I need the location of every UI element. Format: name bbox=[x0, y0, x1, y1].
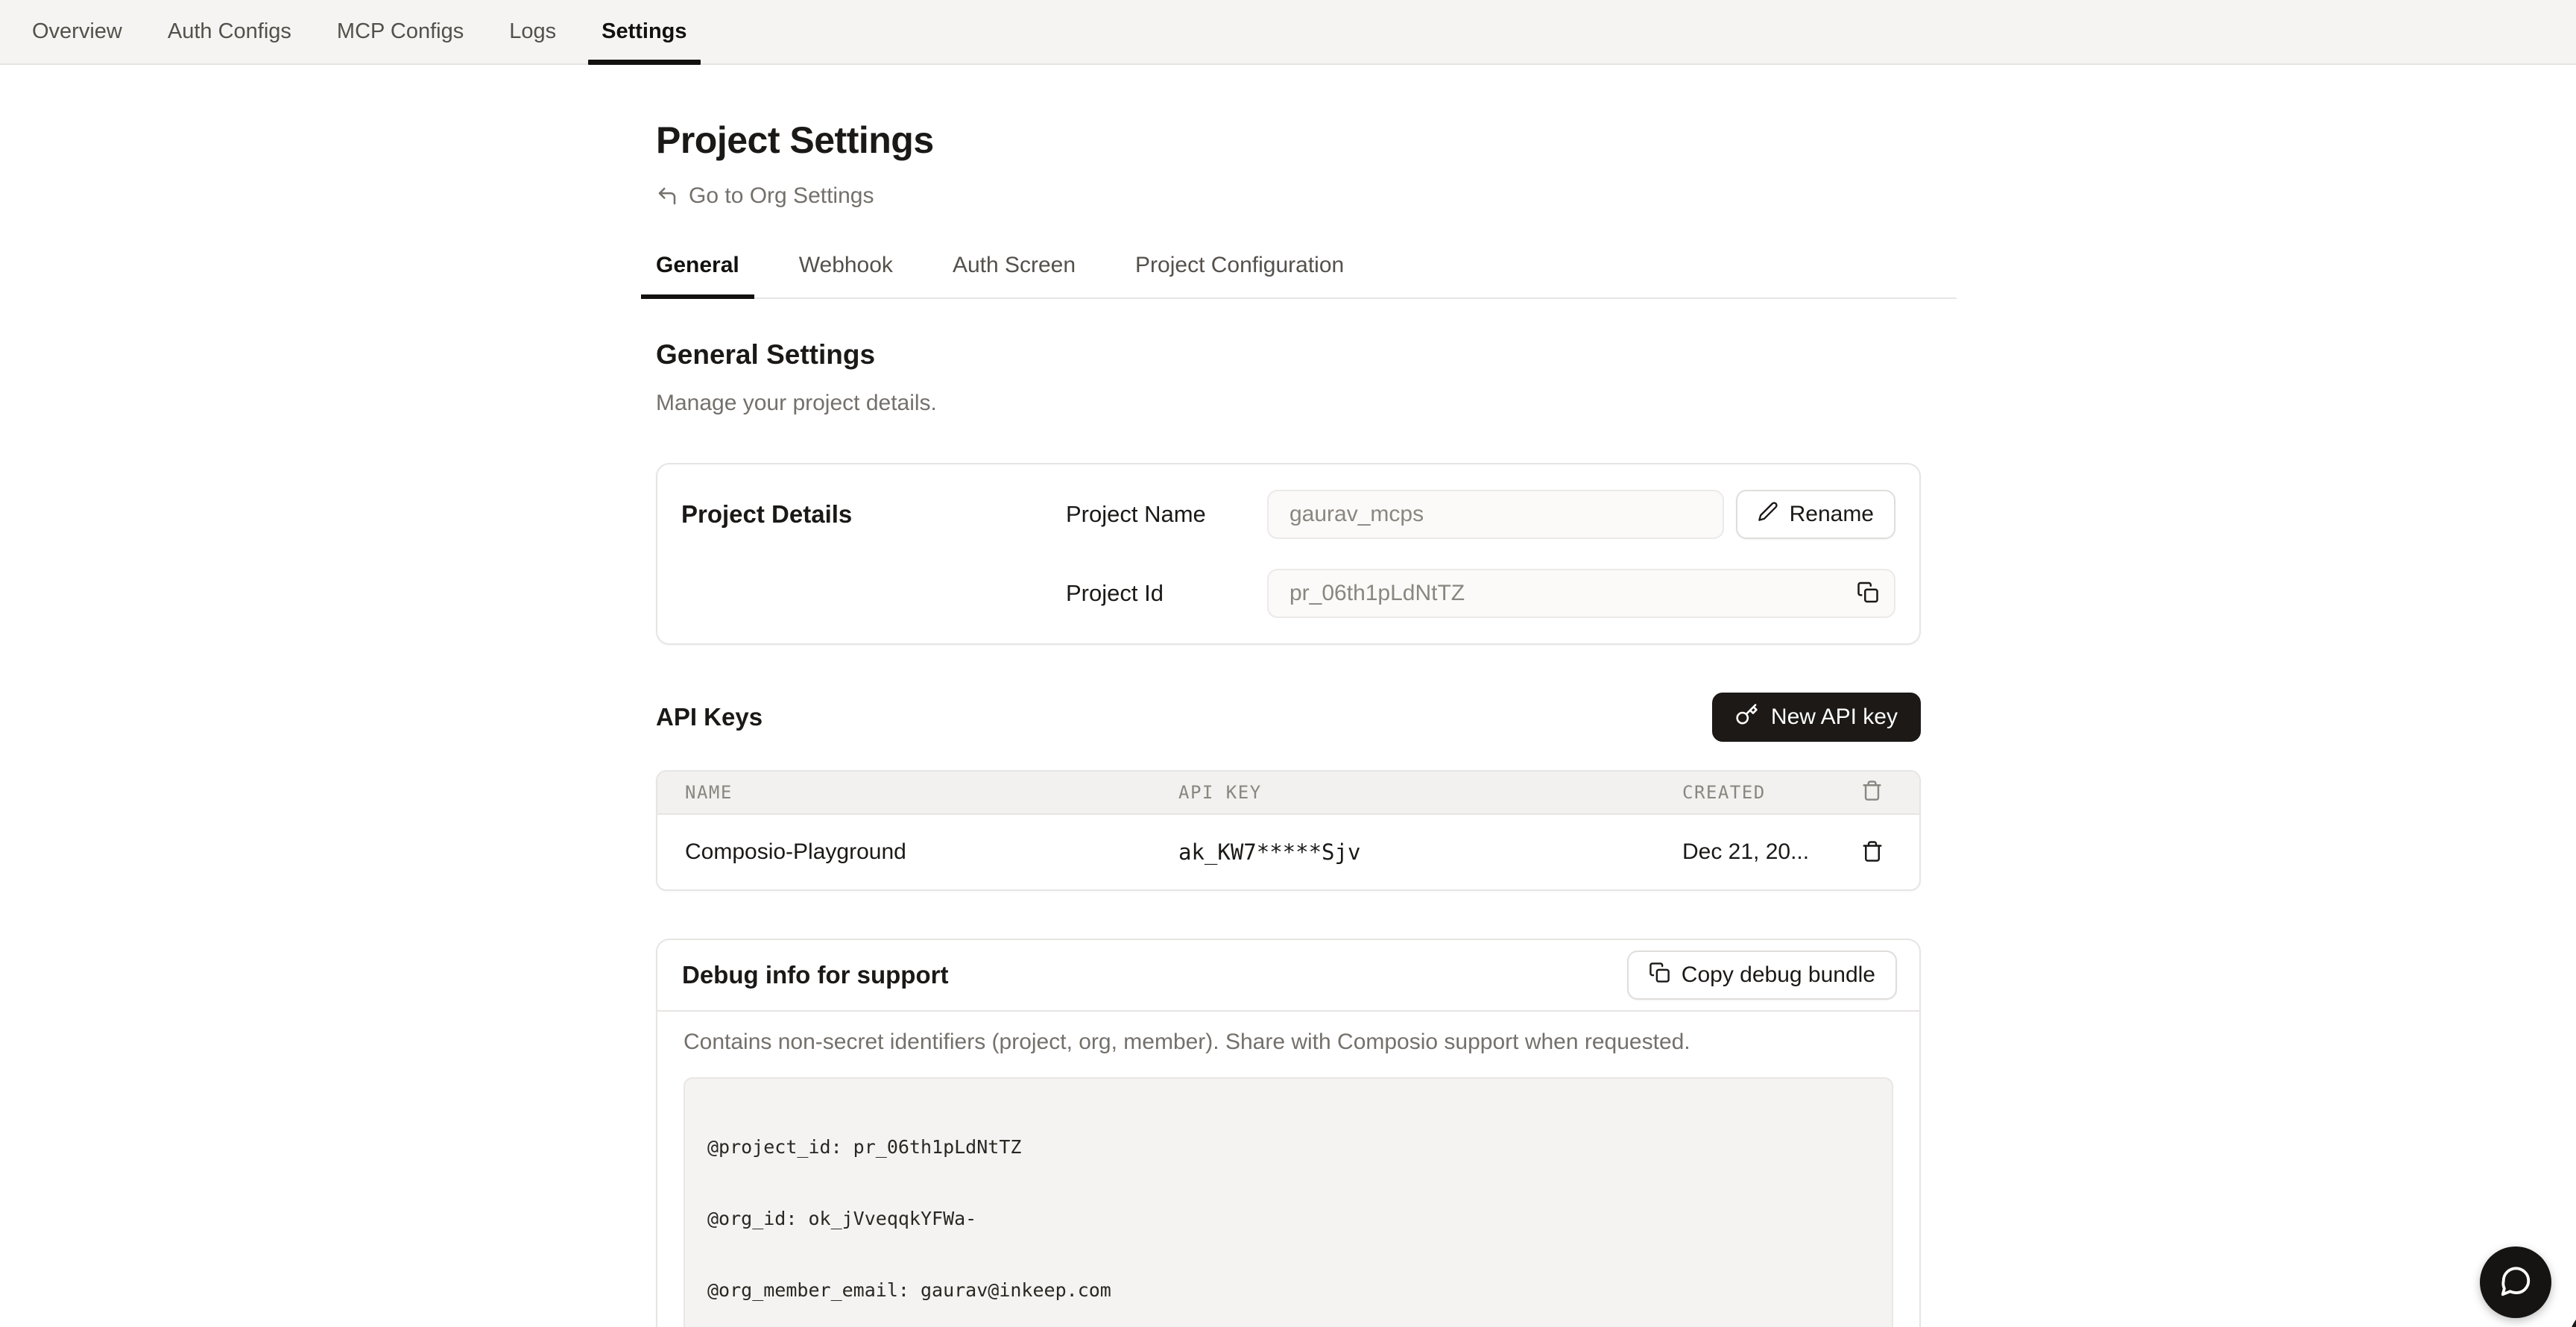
nav-tab-settings[interactable]: Settings bbox=[588, 0, 700, 63]
new-api-key-label: New API key bbox=[1771, 705, 1898, 730]
api-keys-table: NAME API KEY CREATED Composio-Playground… bbox=[656, 770, 1921, 891]
rename-button-label: Rename bbox=[1790, 502, 1874, 527]
subtab-webhook[interactable]: Webhook bbox=[784, 253, 908, 297]
nav-tab-label: Logs bbox=[509, 19, 556, 44]
top-navigation: Overview Auth Configs MCP Configs Logs S… bbox=[0, 0, 2576, 65]
key-icon bbox=[1735, 703, 1758, 732]
new-api-key-button[interactable]: New API key bbox=[1712, 693, 1921, 742]
column-header-created: CREATED bbox=[1682, 782, 1861, 803]
subtab-label: General bbox=[656, 253, 739, 277]
subtab-auth-screen[interactable]: Auth Screen bbox=[938, 253, 1090, 297]
project-details-heading: Project Details bbox=[681, 490, 1066, 618]
edge-widget-sliver bbox=[2569, 1305, 2576, 1327]
copy-debug-bundle-button[interactable]: Copy debug bundle bbox=[1627, 951, 1897, 1000]
settings-content: Project Settings Go to Org Settings Gene… bbox=[656, 65, 1957, 1327]
project-id-label: Project Id bbox=[1066, 580, 1255, 607]
column-header-api-key: API KEY bbox=[1178, 782, 1682, 803]
pencil-icon bbox=[1758, 501, 1778, 528]
project-id-input[interactable] bbox=[1267, 569, 1895, 618]
nav-tab-label: Overview bbox=[32, 19, 122, 44]
org-link-label: Go to Org Settings bbox=[689, 183, 874, 209]
corner-up-left-icon bbox=[656, 185, 678, 207]
copy-icon bbox=[1649, 962, 1670, 989]
nav-tab-label: Settings bbox=[602, 19, 686, 44]
nav-tab-logs[interactable]: Logs bbox=[496, 0, 569, 63]
project-id-input-wrap bbox=[1267, 569, 1895, 618]
debug-card-heading: Debug info for support bbox=[682, 961, 948, 989]
api-keys-heading: API Keys bbox=[656, 703, 763, 731]
project-settings-page: Overview Auth Configs MCP Configs Logs S… bbox=[0, 0, 2576, 1327]
nav-tab-label: MCP Configs bbox=[337, 19, 464, 44]
chat-bubble-icon bbox=[2498, 1264, 2533, 1301]
nav-tab-mcp-configs[interactable]: MCP Configs bbox=[323, 0, 477, 63]
project-name-input[interactable] bbox=[1267, 490, 1724, 539]
nav-tab-auth-configs[interactable]: Auth Configs bbox=[154, 0, 305, 63]
subtab-label: Webhook bbox=[799, 253, 893, 277]
copy-project-id-button[interactable] bbox=[1857, 581, 1879, 606]
debug-identifiers-code-block: @project_id: pr_06th1pLdNtTZ @org_id: ok… bbox=[684, 1077, 1893, 1327]
api-keys-table-header: NAME API KEY CREATED bbox=[657, 772, 1919, 815]
debug-info-card: Debug info for support Copy debug bundle… bbox=[656, 939, 1921, 1327]
api-key-name-cell: Composio-Playground bbox=[685, 839, 1178, 865]
nav-tab-overview[interactable]: Overview bbox=[19, 0, 136, 63]
project-details-card: Project Details Project Name Rename Proj… bbox=[656, 463, 1921, 645]
project-id-row: Project Id bbox=[1066, 569, 1895, 618]
active-subtab-indicator bbox=[641, 294, 754, 299]
api-key-value-cell: ak_KW7*****Sjv bbox=[1178, 839, 1682, 865]
trash-icon bbox=[1861, 785, 1883, 806]
copy-icon bbox=[1857, 581, 1879, 606]
column-header-delete bbox=[1861, 780, 1897, 806]
rename-button[interactable]: Rename bbox=[1736, 490, 1895, 539]
subtab-general[interactable]: General bbox=[641, 253, 754, 297]
delete-api-key-button[interactable] bbox=[1861, 840, 1897, 865]
subtab-label: Project Configuration bbox=[1135, 253, 1344, 277]
debug-card-header: Debug info for support Copy debug bundle bbox=[657, 940, 1919, 1012]
project-name-label: Project Name bbox=[1066, 501, 1255, 528]
subtab-label: Auth Screen bbox=[953, 253, 1076, 277]
code-line: @project_id: pr_06th1pLdNtTZ bbox=[707, 1135, 1869, 1159]
code-line: @org_id: ok_jVveqqkYFWa- bbox=[707, 1207, 1869, 1231]
page-title: Project Settings bbox=[656, 119, 1957, 161]
settings-subtabs: General Webhook Auth Screen Project Conf… bbox=[641, 253, 1957, 299]
active-tab-indicator bbox=[588, 60, 700, 65]
column-header-name: NAME bbox=[685, 782, 1178, 803]
api-key-table-row: Composio-Playground ak_KW7*****Sjv Dec 2… bbox=[657, 815, 1919, 889]
api-key-created-cell: Dec 21, 20... bbox=[1682, 839, 1861, 865]
project-details-form: Project Name Rename Project Id bbox=[1066, 490, 1895, 618]
go-to-org-settings-link[interactable]: Go to Org Settings bbox=[656, 183, 874, 209]
code-line: @org_member_email: gaurav@inkeep.com bbox=[707, 1279, 1869, 1302]
subtab-project-configuration[interactable]: Project Configuration bbox=[1120, 253, 1359, 297]
api-keys-header: API Keys New API key bbox=[656, 693, 1921, 742]
debug-card-body: Contains non-secret identifiers (project… bbox=[657, 1012, 1919, 1327]
project-name-row: Project Name Rename bbox=[1066, 490, 1895, 539]
debug-description: Contains non-secret identifiers (project… bbox=[684, 1030, 1893, 1055]
trash-icon bbox=[1861, 840, 1884, 865]
chat-support-button[interactable] bbox=[2480, 1246, 2551, 1318]
nav-tab-label: Auth Configs bbox=[168, 19, 291, 44]
general-settings-subheading: Manage your project details. bbox=[656, 390, 1957, 417]
general-settings-heading: General Settings bbox=[656, 339, 1957, 371]
copy-debug-bundle-label: Copy debug bundle bbox=[1682, 962, 1875, 988]
